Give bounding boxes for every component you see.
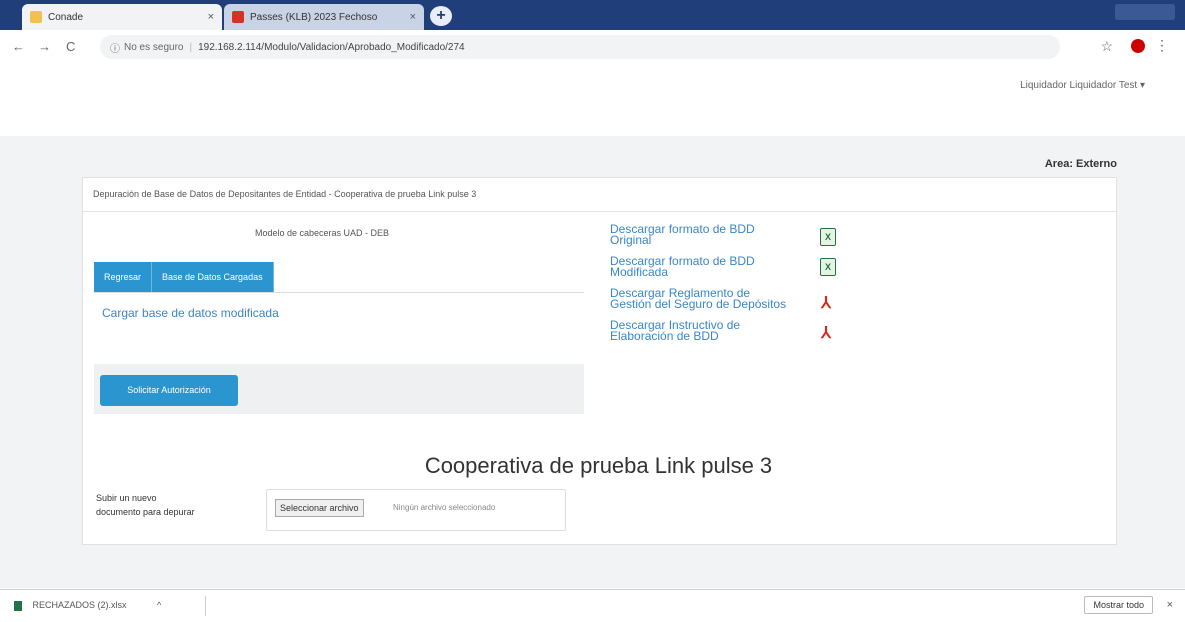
close-download-bar-icon[interactable]: ×	[1167, 599, 1173, 611]
tab-title: Conade	[48, 11, 84, 23]
new-tab-button[interactable]: +	[430, 6, 452, 26]
solicitar-autorizacion-button[interactable]: Solicitar Autorización	[100, 375, 238, 406]
select-file-button[interactable]: Seleccionar archivo	[275, 499, 364, 517]
excel-icon[interactable]: X	[820, 258, 836, 276]
cooperativa-title: Cooperativa de prueba Link pulse 3	[424, 453, 773, 478]
download-link-bdd-original[interactable]: Descargar formato de BDD Original	[610, 223, 810, 247]
pdf-icon[interactable]: ⅄	[819, 296, 833, 312]
tab-base-datos-cargadas[interactable]: Base de Datos Cargadas	[152, 262, 274, 292]
download-link-bdd-modificada[interactable]: Descargar formato de BDD Modificada	[610, 255, 810, 279]
download-bar: RECHAZADOS (2).xlsx ^ Mostrar todo ×	[0, 589, 1185, 622]
download-link-line2: Elaboración de BDD	[610, 329, 719, 343]
url-separator: |	[189, 41, 193, 53]
tab-divider	[94, 292, 584, 293]
download-link-line2: Modificada	[610, 265, 669, 279]
window-controls[interactable]	[1115, 4, 1175, 20]
close-icon[interactable]: ×	[208, 11, 214, 23]
browser-menu-icon[interactable]: ⋮	[1155, 37, 1169, 54]
file-input[interactable]: Seleccionar archivo Ningún archivo selec…	[266, 489, 566, 531]
profile-avatar[interactable]	[1131, 39, 1145, 53]
upload-label: Subir un nuevo documento para depurar	[96, 491, 236, 519]
download-link-instructivo[interactable]: Descargar Instructivo de Elaboración de …	[610, 319, 810, 343]
forward-icon[interactable]: →	[38, 39, 51, 54]
close-icon[interactable]: ×	[410, 11, 416, 23]
file-status: Ningún archivo seleccionado	[393, 503, 496, 512]
upload-label-line1: Subir un nuevo	[96, 493, 157, 503]
back-icon[interactable]: ←	[12, 39, 25, 54]
download-item[interactable]: RECHAZADOS (2).xlsx ^	[14, 600, 161, 611]
show-all-button[interactable]: Mostrar todo	[1084, 596, 1153, 614]
modelo-text: Modelo de cabeceras UAD - DEB	[255, 228, 390, 238]
url-input[interactable]: ⓘ No es seguro | 192.168.2.114/Modulo/Va…	[100, 35, 1060, 59]
browser-tab-passes[interactable]: Passes (KLB) 2023 Fechoso ×	[224, 4, 424, 30]
app-top-bar: Liquidador Liquidador Test ▾	[0, 64, 1185, 137]
area-label: Area: Externo	[1044, 158, 1117, 170]
security-label: No es seguro	[124, 41, 184, 53]
download-link-line2: Gestión del Seguro de Depósitos	[610, 297, 787, 311]
action-tabs: Regresar Base de Datos Cargadas	[94, 262, 274, 292]
tab-favicon-icon	[30, 11, 42, 23]
download-separator	[205, 596, 206, 616]
address-bar-row: ← → C ⓘ No es seguro | 192.168.2.114/Mod…	[0, 30, 1185, 65]
download-link-reglamento[interactable]: Descargar Reglamento de Gestión del Segu…	[610, 287, 810, 311]
excel-icon[interactable]: X	[820, 228, 836, 246]
panel-header: Depuración de Base de Datos de Depositan…	[83, 178, 1116, 212]
tab-title: Passes (KLB) 2023 Fechoso	[250, 11, 378, 23]
upload-label-line2: documento para depurar	[96, 507, 195, 517]
info-icon: ⓘ	[110, 43, 120, 55]
browser-tab-bar: Conade × Passes (KLB) 2023 Fechoso × +	[0, 0, 1185, 30]
chevron-up-icon[interactable]: ^	[157, 600, 161, 610]
pdf-icon[interactable]: ⅄	[819, 326, 833, 342]
url-text: 192.168.2.114/Modulo/Validacion/Aprobado…	[198, 41, 465, 53]
cargar-base-link[interactable]: Cargar base de datos modificada	[102, 306, 279, 320]
download-link-line2: Original	[610, 233, 652, 247]
download-filename: RECHAZADOS (2).xlsx	[32, 600, 127, 610]
user-menu-dropdown[interactable]: Liquidador Liquidador Test ▾	[1020, 80, 1145, 91]
bookmark-star-icon[interactable]: ☆	[1100, 38, 1113, 55]
browser-tab-conade[interactable]: Conade ×	[22, 4, 222, 30]
gmail-favicon-icon	[232, 11, 244, 23]
tab-regresar[interactable]: Regresar	[94, 262, 153, 292]
main-panel: Depuración de Base de Datos de Depositan…	[82, 177, 1117, 545]
reload-icon[interactable]: C	[66, 39, 75, 54]
excel-file-icon	[14, 600, 22, 611]
